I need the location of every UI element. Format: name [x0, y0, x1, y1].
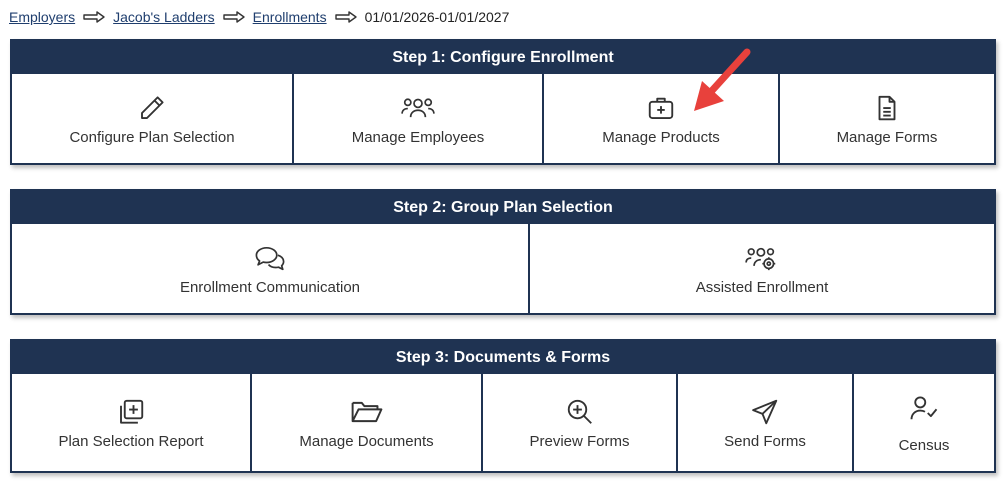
tile-label: Manage Documents: [299, 433, 434, 450]
medical-kit-icon: [644, 91, 678, 125]
breadcrumb-employer-link[interactable]: Jacob's Ladders: [113, 9, 215, 25]
tile-label: Assisted Enrollment: [695, 279, 829, 296]
arrow-right-icon: [83, 11, 105, 23]
configure-plan-selection-tile[interactable]: Configure Plan Selection: [12, 74, 294, 163]
tile-label: Preview Forms: [529, 433, 630, 450]
tile-label: Plan Selection Report: [58, 433, 204, 450]
users-icon: [401, 91, 435, 125]
plan-selection-report-tile[interactable]: Plan Selection Report: [12, 374, 252, 471]
user-check-icon: [907, 391, 941, 425]
tile-label: Configure Plan Selection: [69, 129, 235, 146]
assisted-enrollment-tile[interactable]: Assisted Enrollment: [530, 224, 994, 313]
breadcrumb-current: 01/01/2026-01/01/2027: [364, 9, 510, 25]
document-icon: [870, 91, 904, 125]
step-1-title: Step 1: Configure Enrollment: [12, 41, 994, 74]
tile-label: Manage Employees: [351, 129, 485, 146]
arrow-right-icon: [334, 11, 357, 23]
tile-label: Manage Forms: [836, 129, 938, 146]
manage-employees-tile[interactable]: Manage Employees: [294, 74, 544, 163]
manage-forms-tile[interactable]: Manage Forms: [780, 74, 994, 163]
tile-label: Send Forms: [724, 433, 806, 450]
folder-icon: [350, 395, 384, 429]
tile-label: Enrollment Communication: [179, 279, 361, 296]
manage-products-tile[interactable]: Manage Products: [544, 74, 780, 163]
step-1-panel: Step 1: Configure Enrollment Configure P…: [10, 39, 996, 165]
step-2-title: Step 2: Group Plan Selection: [12, 191, 994, 224]
users-gear-icon: [745, 241, 779, 275]
chat-bubbles-icon: [253, 241, 287, 275]
breadcrumb-employers-link[interactable]: Employers: [9, 9, 75, 25]
preview-forms-tile[interactable]: Preview Forms: [483, 374, 678, 471]
arrow-right-icon: [222, 11, 245, 23]
manage-documents-tile[interactable]: Manage Documents: [252, 374, 483, 471]
zoom-in-icon: [563, 395, 597, 429]
tile-label: Census: [898, 437, 950, 454]
tile-label: Manage Products: [602, 129, 720, 146]
enrollment-communication-tile[interactable]: Enrollment Communication: [12, 224, 530, 313]
step-3-title: Step 3: Documents & Forms: [12, 341, 994, 374]
add-copy-icon: [114, 395, 148, 429]
step-3-panel: Step 3: Documents & Forms Plan Selection…: [10, 339, 996, 473]
send-forms-tile[interactable]: Send Forms: [678, 374, 854, 471]
breadcrumb-enrollments-link[interactable]: Enrollments: [253, 9, 327, 25]
breadcrumb: Employers Jacob's Ladders Enrollments 01…: [9, 7, 509, 27]
paper-plane-icon: [748, 395, 782, 429]
step-2-panel: Step 2: Group Plan Selection Enrollment …: [10, 189, 996, 315]
census-tile[interactable]: Census: [854, 374, 994, 471]
pencil-icon: [135, 91, 169, 125]
